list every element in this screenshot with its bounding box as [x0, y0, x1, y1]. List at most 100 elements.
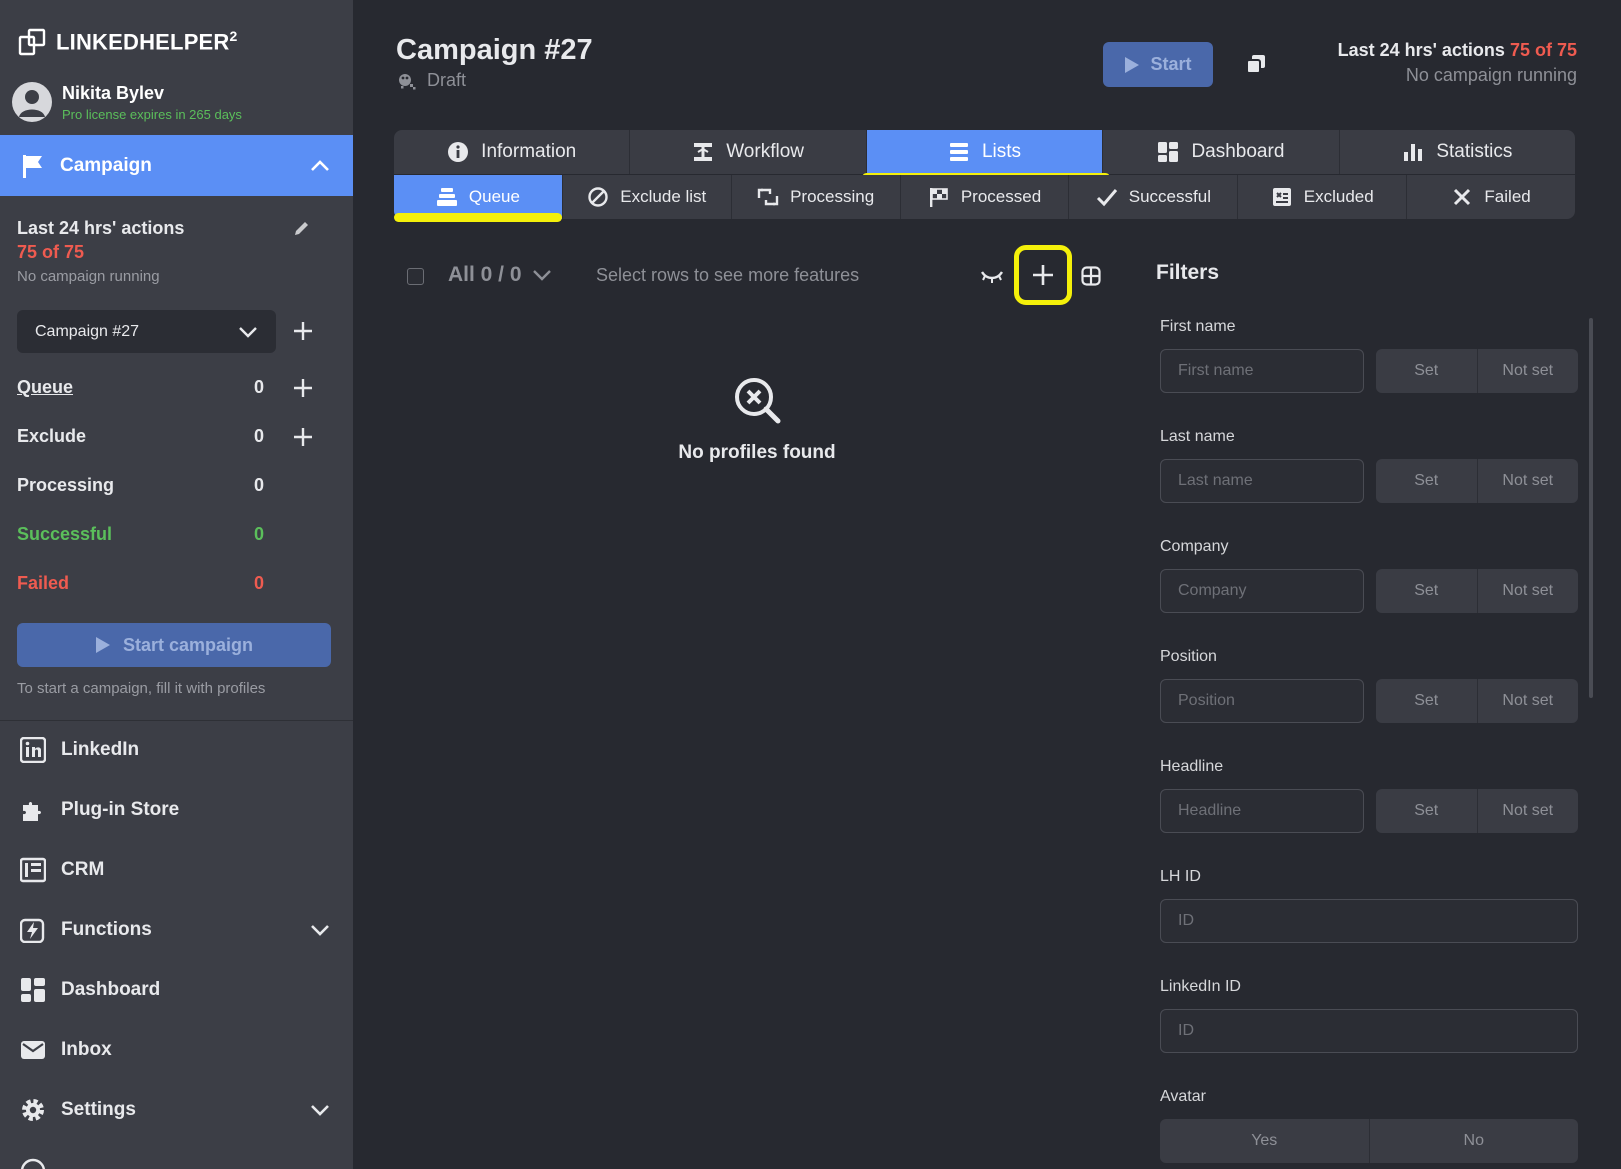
play-icon	[95, 636, 111, 654]
sidebar-item-plugin-store[interactable]: Plug-in Store	[0, 788, 353, 832]
sidebar-item-label: Plug-in Store	[61, 799, 180, 820]
subtab-exclude-list[interactable]: Exclude list	[563, 175, 732, 219]
sidebar: LINKEDHELPER2 Nikita Bylev Pro license e…	[0, 0, 353, 1169]
last-name-input[interactable]: Last name	[1160, 459, 1364, 503]
chevron-down-icon[interactable]	[309, 1099, 331, 1121]
campaign-select[interactable]: Campaign #27	[17, 310, 276, 353]
not-set-button[interactable]: Not set	[1478, 569, 1579, 613]
filter-label-headline: Headline	[1160, 758, 1224, 775]
filter-label-first-name: First name	[1160, 318, 1236, 335]
checkered-flag-icon	[928, 186, 950, 208]
count-value: 0	[253, 377, 264, 397]
chevron-up-icon[interactable]	[309, 155, 331, 177]
start-label: Start	[1150, 54, 1192, 74]
not-set-button[interactable]: Not set	[1478, 679, 1579, 723]
logo-icon	[18, 28, 46, 56]
sidebar-item-campaign[interactable]: Campaign	[0, 135, 353, 196]
linkedin-icon	[20, 737, 46, 763]
subtab-label: Exclude list	[620, 187, 707, 206]
lh-id-input[interactable]: ID	[1160, 899, 1578, 943]
lightning-icon	[20, 917, 46, 943]
subtab-processing[interactable]: Processing	[732, 175, 901, 219]
info-icon	[447, 141, 469, 163]
user-profile[interactable]: Nikita Bylev Pro license expires in 265 …	[12, 82, 242, 122]
not-set-button[interactable]: Not set	[1478, 459, 1579, 503]
set-button[interactable]: Set	[1376, 679, 1478, 723]
draft-icon	[397, 71, 417, 91]
tab-label: Information	[481, 141, 577, 162]
pencil-icon[interactable]	[292, 220, 310, 238]
tab-information[interactable]: Information	[394, 130, 631, 174]
set-button[interactable]: Set	[1376, 349, 1478, 393]
tab-label: Statistics	[1436, 141, 1513, 162]
chevron-down-icon[interactable]	[309, 919, 331, 941]
tab-statistics[interactable]: Statistics	[1340, 130, 1575, 174]
count-row-queue[interactable]: Queue 0	[17, 377, 267, 398]
copy-icon[interactable]	[1245, 53, 1267, 75]
subtab-label: Processed	[960, 187, 1042, 206]
header-actions-line: Last 24 hrs' actions 75 of 75	[1338, 40, 1577, 61]
actions-label: Last 24 hrs' actions	[1337, 40, 1505, 60]
filter-label-position: Position	[1160, 648, 1217, 665]
start-button[interactable]: Start	[1103, 42, 1213, 87]
not-set-button[interactable]: Not set	[1478, 349, 1579, 393]
first-name-input[interactable]: First name	[1160, 349, 1364, 393]
crm-icon	[20, 857, 46, 883]
add-campaign-button[interactable]	[292, 320, 314, 342]
set-button[interactable]: Set	[1376, 569, 1478, 613]
tab-lists[interactable]: Lists	[866, 130, 1104, 174]
subtab-successful[interactable]: Successful	[1069, 175, 1239, 219]
add-to-queue-button[interactable]	[292, 377, 314, 399]
no-button[interactable]: No	[1370, 1119, 1579, 1163]
primary-tabs: Information Workflow Lists Dashboard Sta…	[394, 130, 1575, 174]
subtab-failed[interactable]: Failed	[1407, 175, 1575, 219]
hidden-eye-icon[interactable]	[981, 268, 1003, 284]
count-label[interactable]: Queue	[17, 377, 73, 398]
yes-button[interactable]: Yes	[1160, 1119, 1370, 1163]
filters-scrollbar[interactable]	[1589, 318, 1593, 698]
empty-state-text: No profiles found	[678, 442, 836, 463]
list-icon	[948, 141, 970, 163]
sidebar-item-label: Settings	[61, 1099, 136, 1120]
sidebar-item-dashboard[interactable]: Dashboard	[0, 968, 353, 1012]
company-input[interactable]: Company	[1160, 569, 1364, 613]
sidebar-item-linkedin[interactable]: LinkedIn	[0, 728, 353, 772]
count-row-successful: Successful 0	[17, 524, 267, 545]
campaign-select-value: Campaign #27	[35, 322, 140, 340]
tab-workflow[interactable]: Workflow	[630, 130, 867, 174]
count-label: Exclude	[17, 426, 87, 446]
subtab-label: Successful	[1128, 187, 1211, 206]
play-icon	[1124, 56, 1140, 74]
select-all-checkbox[interactable]	[407, 268, 424, 285]
count-label: Processing	[17, 475, 115, 495]
dashboard-icon	[1157, 141, 1179, 163]
headline-input[interactable]: Headline	[1160, 789, 1364, 833]
set-button[interactable]: Set	[1376, 459, 1478, 503]
add-profiles-button[interactable]	[1014, 245, 1072, 305]
linkedin-id-input[interactable]: ID	[1160, 1009, 1578, 1053]
position-input[interactable]: Position	[1160, 679, 1364, 723]
subtab-excluded[interactable]: Excluded	[1238, 175, 1408, 219]
tab-dashboard[interactable]: Dashboard	[1103, 130, 1340, 174]
sidebar-item-label: Campaign	[60, 154, 152, 176]
check-icon	[1096, 186, 1118, 208]
start-campaign-button[interactable]: Start campaign	[17, 623, 331, 667]
help-icon[interactable]	[20, 1158, 46, 1169]
add-to-exclude-button[interactable]	[292, 426, 314, 448]
selection-dropdown[interactable]: All 0 / 0	[448, 263, 552, 287]
sidebar-item-functions[interactable]: Functions	[0, 908, 353, 952]
tab-label: Lists	[981, 141, 1022, 162]
columns-icon[interactable]	[1081, 266, 1101, 286]
brand[interactable]: LINKEDHELPER2	[18, 28, 238, 56]
not-set-button[interactable]: Not set	[1478, 789, 1579, 833]
sidebar-item-label: Functions	[61, 919, 152, 940]
sidebar-item-inbox[interactable]: Inbox	[0, 1028, 353, 1072]
sidebar-item-crm[interactable]: CRM	[0, 848, 353, 892]
filter-label-company: Company	[1160, 538, 1229, 555]
subtab-processed[interactable]: Processed	[901, 175, 1070, 219]
sidebar-item-settings[interactable]: Settings	[0, 1088, 353, 1132]
actions-count: 75 of 75	[17, 242, 85, 262]
set-button[interactable]: Set	[1376, 789, 1478, 833]
count-value: 0	[253, 426, 264, 446]
queue-icon	[436, 186, 458, 208]
